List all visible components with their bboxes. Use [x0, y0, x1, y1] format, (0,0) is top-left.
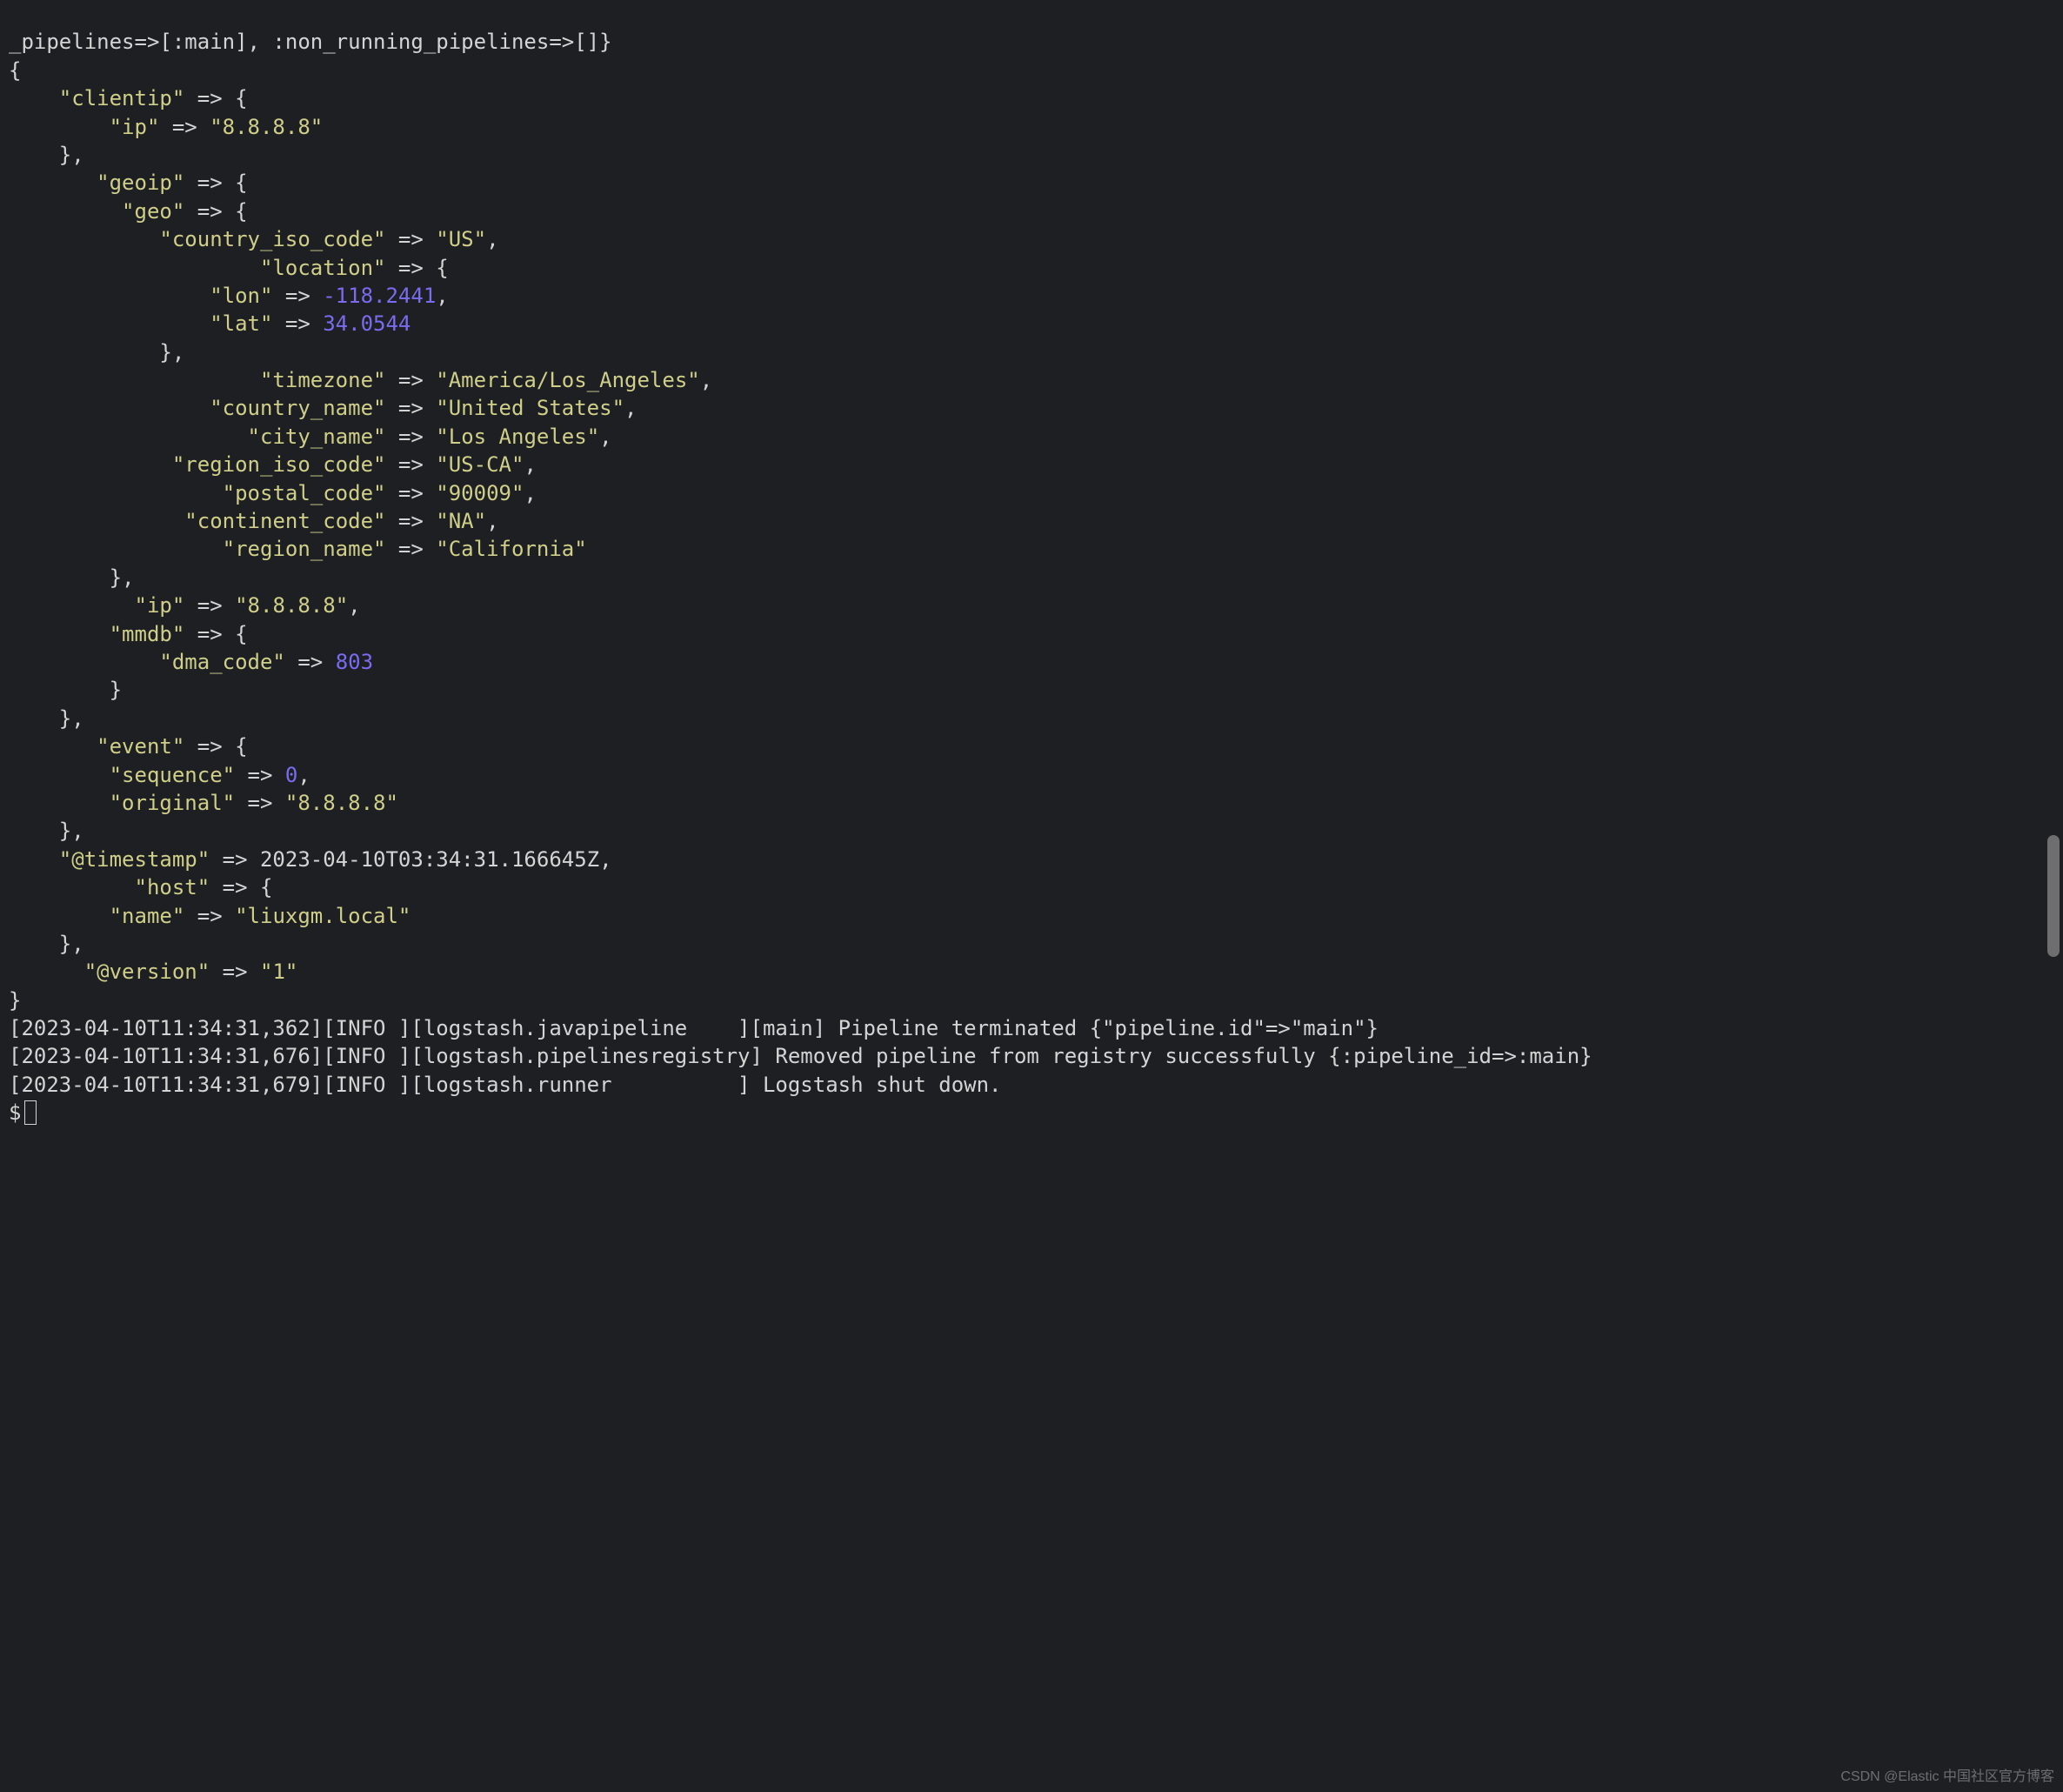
region-name-key: "region_name": [223, 537, 386, 561]
geoip-ip-key: "ip": [135, 593, 185, 618]
dma-code-val: 803: [336, 650, 373, 674]
version-val: "1": [260, 960, 297, 984]
country-name-key: "country_name": [210, 396, 385, 420]
region-name-val: "California": [436, 537, 586, 561]
lat-val: 34.0544: [323, 311, 411, 336]
lat-key: "lat": [210, 311, 272, 336]
city-name-val: "Los Angeles": [436, 425, 599, 449]
log-line-2: [2023-04-10T11:34:31,676][INFO ][logstas…: [9, 1042, 1592, 1070]
country-name-val: "United States": [436, 396, 624, 420]
geoip-ip-val: "8.8.8.8": [235, 593, 348, 618]
original-key: "original": [110, 791, 236, 815]
cursor-icon: [24, 1100, 37, 1125]
log-line-3: [2023-04-10T11:34:31,679][INFO ][logstas…: [9, 1073, 1002, 1097]
country-iso-code-val: "US": [436, 227, 486, 251]
timestamp-key: "@timestamp": [59, 847, 210, 872]
terminal-output[interactable]: _pipelines=>[:main], :non_running_pipeli…: [0, 0, 2063, 1136]
continent-code-key: "continent_code": [184, 509, 385, 533]
scrollbar-thumb[interactable]: [2047, 835, 2060, 957]
event-key: "event": [97, 734, 184, 759]
host-name-key: "name": [110, 904, 185, 928]
dma-code-key: "dma_code": [159, 650, 285, 674]
close-brace: }: [9, 988, 21, 1013]
city-name-key: "city_name": [248, 425, 386, 449]
mmdb-key: "mmdb": [110, 622, 185, 646]
clientip-key: "clientip": [59, 86, 185, 110]
log-line-1: [2023-04-10T11:34:31,362][INFO ][logstas…: [9, 1014, 1379, 1042]
lon-val: -118.2441: [323, 284, 436, 308]
host-key: "host": [135, 875, 210, 899]
geo-key: "geo": [122, 199, 184, 224]
continent-code-val: "NA": [436, 509, 486, 533]
version-key: "@version": [84, 960, 210, 984]
clientip-ip-val: "8.8.8.8": [210, 115, 323, 139]
host-name-val: "liuxgm.local": [235, 904, 411, 928]
region-iso-code-key: "region_iso_code": [172, 452, 386, 477]
pipelines-header: _pipelines=>[:main], :non_running_pipeli…: [9, 30, 612, 54]
region-iso-code-val: "US-CA": [436, 452, 524, 477]
postal-code-key: "postal_code": [223, 481, 386, 505]
original-val: "8.8.8.8": [285, 791, 398, 815]
location-key: "location": [260, 256, 386, 280]
clientip-ip-key: "ip": [110, 115, 160, 139]
sequence-key: "sequence": [110, 763, 236, 787]
sequence-val: 0: [285, 763, 297, 787]
country-iso-code-key: "country_iso_code": [159, 227, 385, 251]
postal-code-val: "90009": [436, 481, 524, 505]
timezone-key: "timezone": [260, 368, 386, 392]
timestamp-val: 2023-04-10T03:34:31.166645Z: [260, 847, 599, 872]
timezone-val: "America/Los_Angeles": [436, 368, 699, 392]
geoip-key: "geoip": [97, 171, 184, 195]
open-brace: {: [9, 58, 21, 83]
lon-key: "lon": [210, 284, 272, 308]
watermark-text: CSDN @Elastic 中国社区官方博客: [1840, 1768, 2054, 1787]
shell-prompt[interactable]: $: [9, 1100, 21, 1125]
